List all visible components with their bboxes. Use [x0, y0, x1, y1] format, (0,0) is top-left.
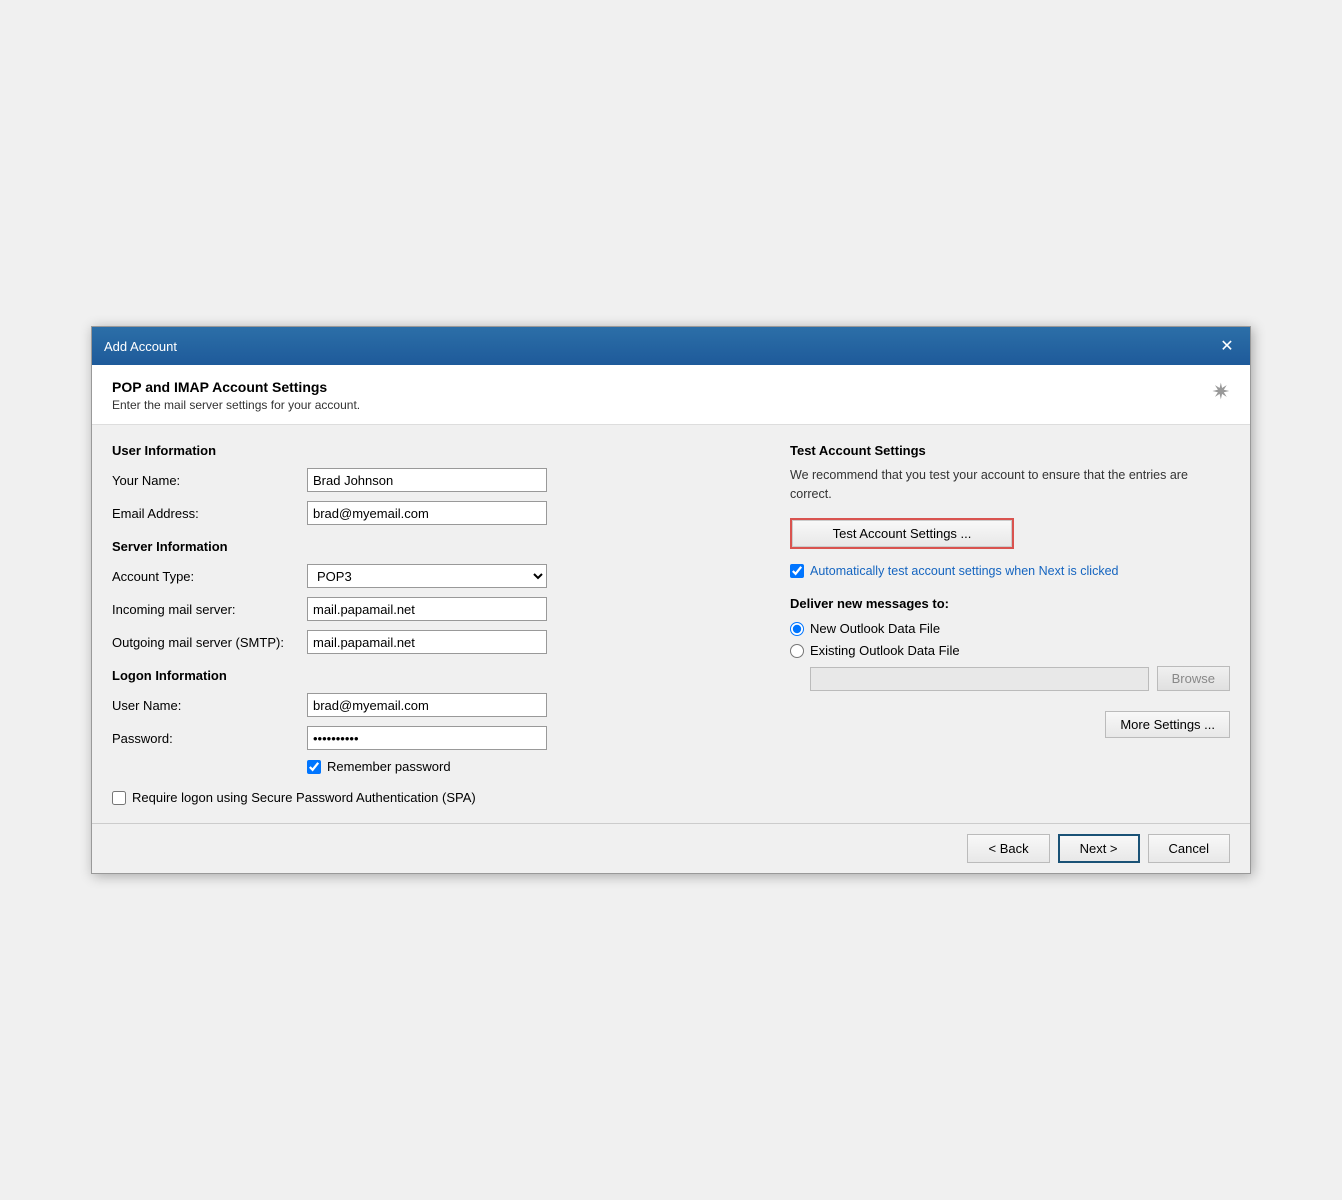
- incoming-server-input[interactable]: [307, 597, 547, 621]
- logon-username-row: User Name:: [112, 693, 760, 717]
- new-outlook-file-row: New Outlook Data File: [790, 621, 1230, 636]
- test-section-title: Test Account Settings: [790, 443, 1230, 458]
- password-row: Password:: [112, 726, 760, 750]
- logon-info-title: Logon Information: [112, 668, 760, 683]
- email-address-input[interactable]: [307, 501, 547, 525]
- next-button[interactable]: Next >: [1058, 834, 1140, 863]
- user-info-title: User Information: [112, 443, 760, 458]
- header-text: POP and IMAP Account Settings Enter the …: [112, 379, 360, 412]
- existing-outlook-radio[interactable]: [790, 644, 804, 658]
- test-section-description: We recommend that you test your account …: [790, 466, 1230, 504]
- spa-checkbox[interactable]: [112, 791, 126, 805]
- more-settings-button[interactable]: More Settings ...: [1105, 711, 1230, 738]
- existing-file-path-input[interactable]: [810, 667, 1149, 691]
- header-section: POP and IMAP Account Settings Enter the …: [92, 365, 1250, 425]
- outgoing-server-label: Outgoing mail server (SMTP):: [112, 635, 307, 650]
- add-account-window: Add Account ✕ POP and IMAP Account Setti…: [91, 326, 1251, 874]
- existing-outlook-file-row: Existing Outlook Data File: [790, 643, 1230, 658]
- header-title: POP and IMAP Account Settings: [112, 379, 360, 395]
- incoming-server-row: Incoming mail server:: [112, 597, 760, 621]
- your-name-row: Your Name:: [112, 468, 760, 492]
- password-input[interactable]: [307, 726, 547, 750]
- account-type-row: Account Type: POP3 IMAP: [112, 564, 760, 588]
- outgoing-server-row: Outgoing mail server (SMTP):: [112, 630, 760, 654]
- cursor-icon: ✷: [1212, 379, 1230, 405]
- remember-password-checkbox[interactable]: [307, 760, 321, 774]
- more-settings-row: More Settings ...: [790, 711, 1230, 738]
- title-bar: Add Account ✕: [92, 327, 1250, 365]
- close-button[interactable]: ✕: [1216, 335, 1238, 357]
- logon-username-label: User Name:: [112, 698, 307, 713]
- password-label: Password:: [112, 731, 307, 746]
- email-address-row: Email Address:: [112, 501, 760, 525]
- back-button[interactable]: < Back: [967, 834, 1049, 863]
- auto-test-row: Automatically test account settings when…: [790, 563, 1230, 581]
- outgoing-server-input[interactable]: [307, 630, 547, 654]
- existing-file-row: Browse: [810, 666, 1230, 691]
- email-address-label: Email Address:: [112, 506, 307, 521]
- header-subtitle: Enter the mail server settings for your …: [112, 398, 360, 412]
- server-info-title: Server Information: [112, 539, 760, 554]
- test-account-settings-button[interactable]: Test Account Settings ...: [792, 520, 1012, 547]
- your-name-label: Your Name:: [112, 473, 307, 488]
- incoming-server-label: Incoming mail server:: [112, 602, 307, 617]
- new-outlook-label: New Outlook Data File: [810, 621, 940, 636]
- left-column: User Information Your Name: Email Addres…: [112, 443, 760, 805]
- browse-button[interactable]: Browse: [1157, 666, 1230, 691]
- account-type-label: Account Type:: [112, 569, 307, 584]
- auto-test-label[interactable]: Automatically test account settings when…: [810, 563, 1118, 581]
- window-title: Add Account: [104, 339, 177, 354]
- account-type-select[interactable]: POP3 IMAP: [307, 564, 547, 588]
- cancel-button[interactable]: Cancel: [1148, 834, 1230, 863]
- logon-username-input[interactable]: [307, 693, 547, 717]
- test-button-wrapper: Test Account Settings ...: [790, 518, 1014, 549]
- right-column: Test Account Settings We recommend that …: [790, 443, 1230, 805]
- remember-password-label[interactable]: Remember password: [327, 759, 451, 774]
- auto-test-checkbox[interactable]: [790, 564, 804, 578]
- spa-row: Require logon using Secure Password Auth…: [112, 790, 760, 805]
- new-outlook-radio[interactable]: [790, 622, 804, 636]
- spa-label[interactable]: Require logon using Secure Password Auth…: [132, 790, 476, 805]
- existing-outlook-label: Existing Outlook Data File: [810, 643, 960, 658]
- remember-password-row: Remember password: [307, 759, 760, 774]
- deliver-title: Deliver new messages to:: [790, 596, 1230, 611]
- content-area: User Information Your Name: Email Addres…: [92, 425, 1250, 823]
- your-name-input[interactable]: [307, 468, 547, 492]
- footer: < Back Next > Cancel: [92, 823, 1250, 873]
